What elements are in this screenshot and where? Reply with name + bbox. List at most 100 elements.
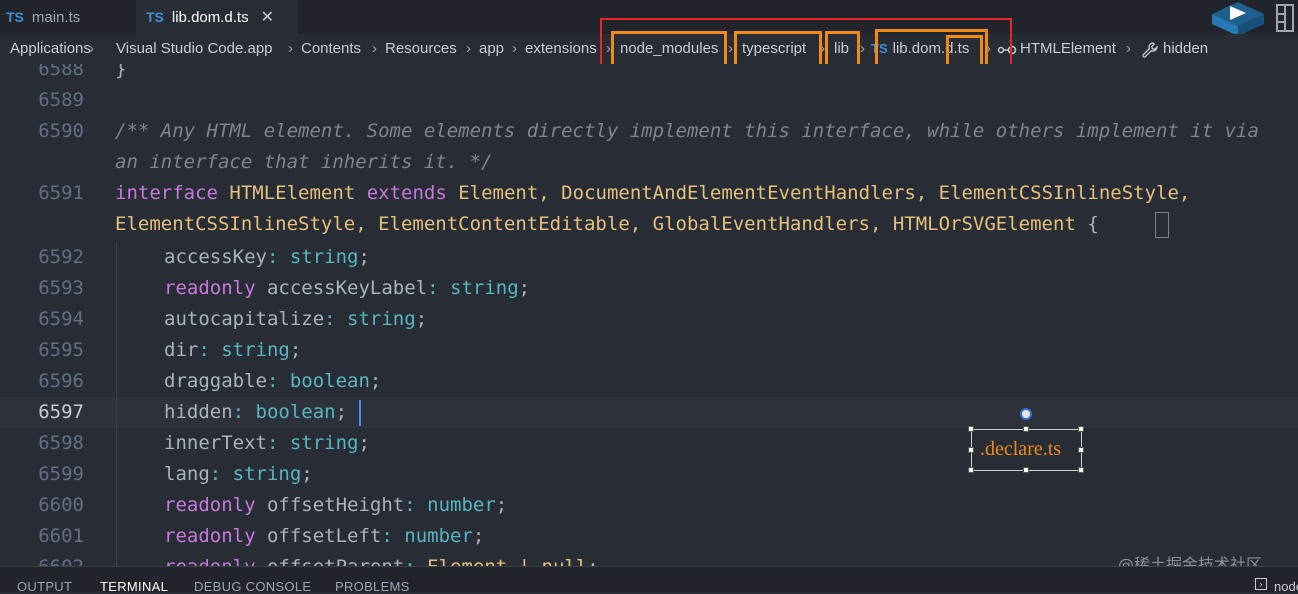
property-type: string (289, 246, 359, 268)
keyword: extends (366, 182, 447, 204)
breadcrumb-applications[interactable]: Applications (10, 40, 91, 57)
property-type: number (404, 525, 473, 547)
logo-icon (1212, 2, 1264, 36)
terminal-icon[interactable]: › (1255, 578, 1267, 590)
property-type: string (232, 463, 302, 485)
resize-handle[interactable] (968, 447, 974, 453)
rotate-handle-icon[interactable] (1020, 408, 1032, 420)
close-tab-icon[interactable]: ✕ (261, 7, 274, 27)
property-declaration: lang: string; (164, 463, 313, 485)
breadcrumb-resources[interactable]: Resources (385, 40, 457, 57)
interface-declaration: interface HTMLElement extends Element, D… (115, 178, 1190, 209)
line-number: 6598 (38, 432, 84, 454)
line-number: 6590 (38, 120, 84, 142)
tab-lib-dom[interactable]: TS lib.dom.d.ts ✕ (136, 0, 298, 34)
code-line: 6594 autocapitalize: string; (0, 304, 1298, 335)
breadcrumb-extensions[interactable]: extensions (525, 40, 597, 57)
resize-handle[interactable] (1023, 467, 1029, 473)
chevron-right-icon: › (466, 40, 471, 57)
chevron-right-icon: › (1126, 40, 1131, 57)
line-number: 6593 (38, 277, 84, 299)
chevron-right-icon: › (372, 40, 377, 57)
property-declaration: hidden: boolean; (164, 401, 348, 423)
breadcrumb-app[interactable]: app (479, 40, 504, 57)
type-list: ElementCSSInlineStyle, ElementContentEdi… (115, 213, 1076, 235)
property-name: lang (164, 463, 210, 485)
readonly-keyword: readonly (164, 277, 256, 299)
typescript-highlight (734, 31, 822, 67)
property-name: dir (164, 339, 199, 361)
breadcrumb-hidden[interactable]: hidden (1163, 40, 1208, 57)
open-brace: { (1087, 213, 1099, 235)
property-declaration: readonly accessKeyLabel: string; (164, 277, 531, 299)
line-number: 6592 (38, 246, 84, 268)
typescript-file-icon: TS (146, 9, 164, 25)
code-line: 6596 draggable: boolean; (0, 366, 1298, 397)
breadcrumb-contents[interactable]: Contents (301, 40, 361, 57)
d-ts-highlight (946, 35, 983, 67)
node-modules-highlight (611, 31, 727, 67)
line-number: 6602 (0, 552, 84, 566)
code-line: 6595 dir: string; (0, 335, 1298, 366)
annotation-text-box[interactable]: .declare.ts (968, 426, 1084, 473)
property-type: string (450, 277, 519, 299)
code-line-wrap: an interface that inherits it. */ (0, 147, 1298, 178)
resize-handle[interactable] (1078, 467, 1084, 473)
property-name: accessKey (164, 246, 267, 268)
doc-comment: /** Any HTML element. Some elements dire… (115, 120, 1259, 142)
line-number: 6601 (38, 525, 84, 547)
chevron-right-icon: › (89, 40, 94, 57)
code-line: 6597 hidden: boolean; (0, 397, 1298, 428)
code-line: 6602 readonly offsetParent: Element | nul… (0, 552, 1298, 566)
property-name: offsetParent (267, 556, 404, 566)
tab-main-ts[interactable]: TS main.ts (0, 0, 140, 34)
code-line: 6589 (0, 85, 1298, 116)
breadcrumb-vscode-app[interactable]: Visual Studio Code.app (116, 40, 273, 57)
property-type: string (221, 339, 290, 361)
typescript-file-icon: TS (6, 9, 24, 25)
resize-handle[interactable] (1078, 447, 1084, 453)
resize-handle[interactable] (1078, 426, 1084, 432)
chevron-right-icon: › (288, 40, 293, 57)
property-declaration: dir: string; (164, 339, 302, 361)
tab-label: main.ts (31, 8, 81, 26)
property-name: hidden (164, 401, 233, 423)
property-type: boolean (255, 401, 336, 423)
property-type: string (289, 432, 359, 454)
code-editor[interactable]: 6588 } 6589 6590 /** Any HTML element. S… (0, 64, 1298, 566)
property-declaration: draggable: boolean; (164, 370, 382, 392)
property-declaration: readonly offsetLeft: number; (164, 525, 485, 547)
property-type: boolean (289, 370, 370, 392)
split-editor-icon[interactable] (1276, 4, 1294, 32)
keyword: interface (115, 182, 218, 204)
property-declaration: autocapitalize: string; (164, 308, 428, 330)
type-list: Element, DocumentAndElementEventHandlers… (458, 182, 1191, 204)
line-number: 6588 (38, 64, 84, 80)
line-number: 6597 (38, 401, 84, 423)
resize-handle[interactable] (968, 467, 974, 473)
code-line-wrap: ElementCSSInlineStyle, ElementContentEdi… (0, 209, 1298, 240)
property-type: Element | null (427, 556, 587, 566)
bottom-panel: OUTPUT TERMINAL DEBUG CONSOLE PROBLEMS ›… (0, 566, 1298, 594)
resize-handle[interactable] (968, 426, 974, 432)
wrench-icon (1142, 42, 1158, 58)
line-number: 6589 (38, 89, 84, 111)
readonly-keyword: readonly (164, 525, 256, 547)
code-line: 6601 readonly offsetLeft: number; (0, 521, 1298, 552)
code-line: 6590 /** Any HTML element. Some elements… (0, 116, 1298, 147)
text-cursor (359, 400, 361, 426)
code-line: 6600 readonly offsetHeight: number; (0, 490, 1298, 521)
breadcrumb-htmlelement[interactable]: HTMLElement (1020, 40, 1116, 57)
readonly-keyword: readonly (164, 556, 256, 566)
property-name: innerText (164, 432, 267, 454)
code-line: 6599 lang: string; (0, 459, 1298, 490)
interface-declaration-cont: ElementCSSInlineStyle, ElementContentEdi… (115, 209, 1099, 240)
resize-handle[interactable] (1023, 426, 1029, 432)
type-name: HTMLElement (229, 182, 356, 204)
property-declaration: readonly offsetParent: Element | null; (164, 552, 599, 566)
property-name: draggable (164, 370, 267, 392)
line-number: 6599 (38, 463, 84, 485)
property-declaration: innerText: string; (164, 432, 370, 454)
property-name: offsetLeft (266, 525, 382, 547)
code-line: 6592 accessKey: string; (0, 242, 1298, 273)
